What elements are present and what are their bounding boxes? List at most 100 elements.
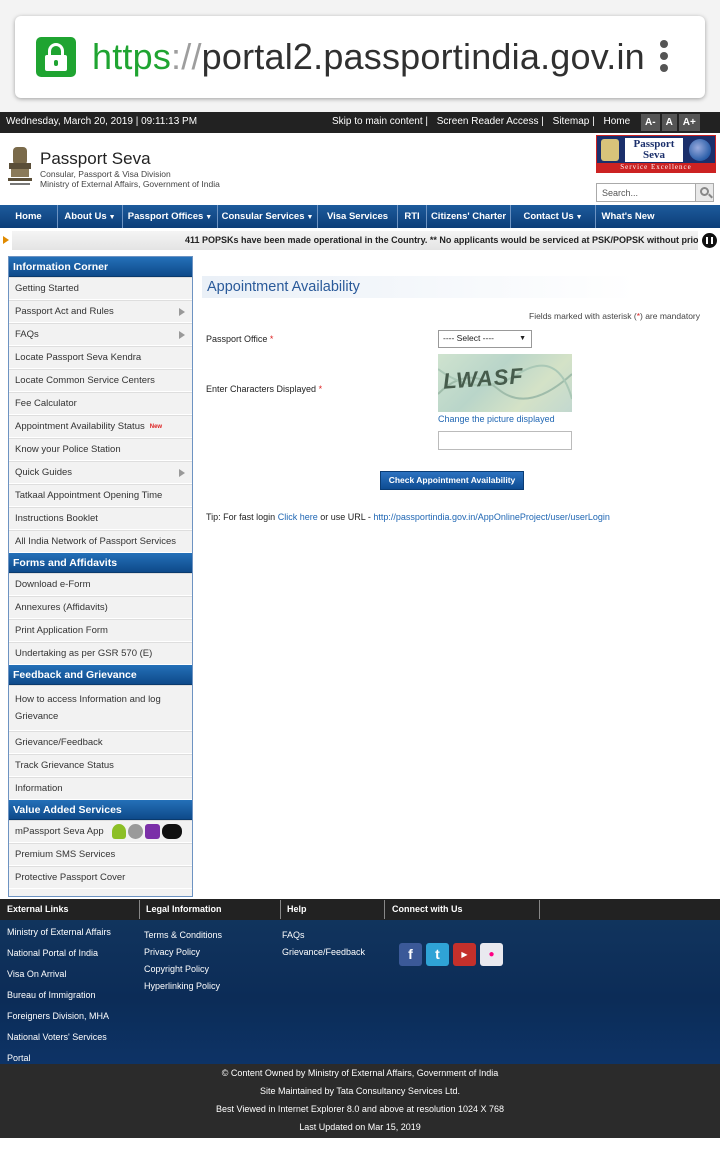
footer-link-national-portal[interactable]: National Portal of India [7, 948, 111, 958]
footer-link-visa-on-arrival[interactable]: Visa On Arrival [7, 969, 111, 979]
url-text[interactable]: https://portal2.passportindia.gov.in [92, 36, 645, 78]
footer-link-faqs[interactable]: FAQs [282, 930, 365, 940]
footer-link-grievance[interactable]: Grievance/Feedback [282, 947, 365, 957]
font-increase-button[interactable]: A+ [678, 114, 700, 131]
change-picture-link[interactable]: Change the picture displayed [438, 414, 555, 424]
facebook-icon[interactable]: f [399, 943, 422, 966]
footer-link-voters-services[interactable]: National Voters' Services [7, 1032, 111, 1042]
passport-seva-logo[interactable]: Passport Seva Service Excellence [596, 135, 716, 173]
sitemap-link[interactable]: Sitemap | [553, 116, 595, 127]
footer-link-terms[interactable]: Terms & Conditions [144, 930, 222, 940]
nav-contact-us[interactable]: Contact Us ▼ [511, 205, 596, 228]
nav-rti[interactable]: RTI [398, 205, 427, 228]
sidebar-item-faqs[interactable]: FAQs [9, 323, 192, 346]
sidebar-item-appointment-availability[interactable]: Appointment Availability Status New [9, 415, 192, 438]
footer-link-immigration[interactable]: Bureau of Immigration [7, 990, 111, 1000]
sidebar-item-grievance-feedback[interactable]: Grievance/Feedback [9, 731, 192, 754]
sidebar-item-mpassport-app[interactable]: mPassport Seva App [9, 820, 192, 843]
sidebar-item-fee-calculator[interactable]: Fee Calculator [9, 392, 192, 415]
pause-icon[interactable] [702, 233, 717, 248]
emblem-icon [601, 139, 619, 161]
sidebar-item-information[interactable]: Information [9, 777, 192, 800]
sidebar-item-locate-csc[interactable]: Locate Common Service Centers [9, 369, 192, 392]
nav-consular-services[interactable]: Consular Services ▼ [218, 205, 318, 228]
footer-heading-help: Help [287, 904, 307, 914]
captcha-label: Enter Characters Displayed * [206, 384, 323, 394]
search-icon[interactable] [695, 184, 713, 201]
site-title[interactable]: Passport Seva [40, 149, 151, 169]
footer-link-foreigners-division[interactable]: Foreigners Division, MHA [7, 1011, 111, 1021]
nav-home[interactable]: Home [0, 205, 58, 228]
footer-heading-external: External Links [7, 904, 69, 914]
main-content: Appointment Availability Fields marked w… [202, 276, 712, 522]
browser-menu-icon[interactable] [657, 40, 671, 76]
main-navigation: Home About Us ▼ Passport Offices ▼ Consula… [0, 205, 720, 228]
sidebar-item-annexures[interactable]: Annexures (Affidavits) [9, 596, 192, 619]
social-links: f t ▶ ● [399, 943, 503, 966]
home-link[interactable]: Home [604, 116, 631, 127]
captcha-input[interactable] [438, 431, 572, 450]
sidebar-item-locate-psk[interactable]: Locate Passport Seva Kendra [9, 346, 192, 369]
skip-to-main-link[interactable]: Skip to main content | [332, 116, 428, 127]
twitter-icon[interactable]: t [426, 943, 449, 966]
nav-about-us[interactable]: About Us ▼ [58, 205, 123, 228]
apple-icon[interactable] [128, 824, 143, 839]
sidebar-item-undertaking[interactable]: Undertaking as per GSR 570 (E) [9, 642, 192, 665]
passport-office-select[interactable]: ---- Select ---- ▼ [438, 330, 532, 348]
sidebar-item-access-information[interactable]: How to access Information and log Grieva… [9, 685, 192, 731]
check-availability-button[interactable]: Check Appointment Availability [380, 471, 524, 490]
browser-chrome: https://portal2.passportindia.gov.in [0, 0, 720, 112]
sidebar-item-premium-sms[interactable]: Premium SMS Services [9, 843, 192, 866]
section-information-corner: Information Corner [9, 257, 192, 277]
left-sidebar: Information Corner Getting Started Passp… [8, 256, 193, 897]
ticker-text[interactable]: 411 POPSKs have been made operational in… [185, 235, 698, 245]
best-viewed-text: Best Viewed in Internet Explorer 8.0 and… [215, 1104, 505, 1114]
site-header: Passport Seva Consular, Passport & Visa … [0, 133, 720, 205]
screen-reader-link[interactable]: Screen Reader Access | [437, 116, 544, 127]
url-separator: :// [171, 36, 202, 77]
dropdown-arrow-icon: ▼ [519, 335, 526, 342]
lock-icon[interactable] [36, 37, 76, 77]
nav-passport-offices[interactable]: Passport Offices ▼ [123, 205, 218, 228]
footer-link-copyright[interactable]: Copyright Policy [144, 964, 222, 974]
footer-headings: External Links Legal Information Help Co… [0, 899, 720, 920]
youtube-icon[interactable]: ▶ [453, 943, 476, 966]
footer-link-hyperlinking[interactable]: Hyperlinking Policy [144, 981, 222, 991]
sidebar-item-network[interactable]: All India Network of Passport Services [9, 530, 192, 553]
chevron-down-icon: ▼ [575, 214, 583, 221]
sidebar-item-tatkaal-time[interactable]: Tatkaal Appointment Opening Time [9, 484, 192, 507]
section-feedback-grievance: Feedback and Grievance [9, 665, 192, 685]
sidebar-item-download-eform[interactable]: Download e-Form [9, 573, 192, 596]
windows-icon[interactable] [145, 824, 160, 839]
footer-link-mea[interactable]: Ministry of External Affairs [7, 927, 111, 937]
flickr-icon[interactable]: ● [480, 943, 503, 966]
nav-citizens-charter[interactable]: Citizens' Charter [427, 205, 511, 228]
sidebar-item-instructions-booklet[interactable]: Instructions Booklet [9, 507, 192, 530]
sidebar-item-passport-act[interactable]: Passport Act and Rules [9, 300, 192, 323]
help-links-list: FAQs Grievance/Feedback [282, 930, 365, 965]
nav-visa-services[interactable]: Visa Services [318, 205, 398, 228]
click-here-link[interactable]: Click here [278, 512, 318, 522]
sidebar-item-print-form[interactable]: Print Application Form [9, 619, 192, 642]
logo-text-seva: Seva [643, 149, 665, 161]
nav-whats-new[interactable]: What's New [596, 205, 660, 228]
sidebar-item-track-grievance[interactable]: Track Grievance Status [9, 754, 192, 777]
page-title: Appointment Availability [202, 276, 712, 298]
logo-tagline: Service Excellence [597, 163, 715, 172]
font-decrease-button[interactable]: A- [641, 114, 660, 131]
android-icon[interactable] [112, 824, 126, 839]
sidebar-item-police-station[interactable]: Know your Police Station [9, 438, 192, 461]
login-url-link[interactable]: http://passportindia.gov.in/AppOnlinePro… [373, 512, 609, 522]
sidebar-item-protective-cover[interactable]: Protective Passport Cover [9, 866, 192, 889]
font-normal-button[interactable]: A [661, 114, 677, 131]
fast-login-tip: Tip: For fast login Click here or use UR… [206, 512, 610, 522]
section-forms-affidavits: Forms and Affidavits [9, 553, 192, 573]
external-links-list: Ministry of External Affairs National Po… [7, 927, 111, 1071]
footer-link-portal[interactable]: Portal [7, 1053, 111, 1063]
blackberry-icon[interactable] [162, 824, 182, 839]
footer-link-privacy[interactable]: Privacy Policy [144, 947, 222, 957]
footer-heading-connect: Connect with Us [392, 904, 463, 914]
sidebar-item-quick-guides[interactable]: Quick Guides [9, 461, 192, 484]
sidebar-item-getting-started[interactable]: Getting Started [9, 277, 192, 300]
maintained-by-text: Site Maintained by Tata Consultancy Serv… [260, 1086, 460, 1096]
